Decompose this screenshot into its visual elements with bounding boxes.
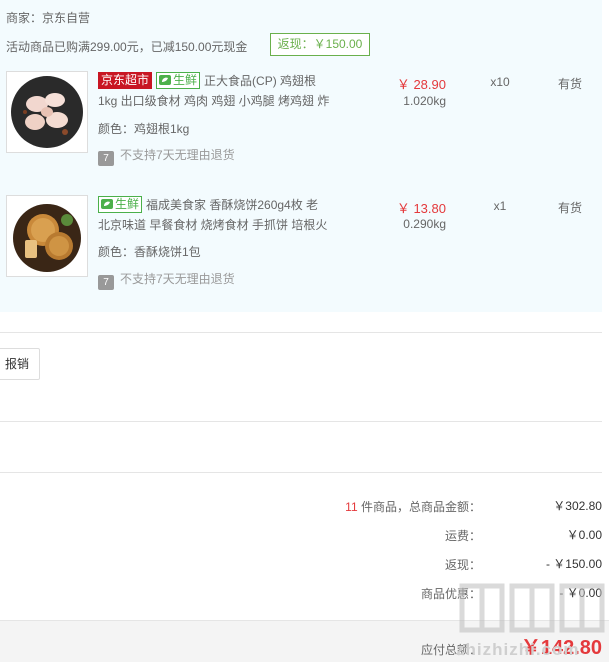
product-title[interactable]: 生鲜 福成美食家 香酥烧饼260g4枚 老 北京味道 早餐食材 烧烤食材 手抓饼 … — [98, 195, 338, 235]
fresh-leaf-icon — [101, 199, 113, 209]
watermark-text: zhizhizhi.com — [456, 640, 580, 659]
product-title-line2: 1kg 出口级食材 鸡肉 鸡翅 小鸡腿 烤鸡翅 炸 — [98, 94, 330, 108]
product-row: 京东超市 生鲜 正大食品(CP) 鸡翅根 1kg 出口级食材 鸡肉 鸡翅 小鸡腿 烤… — [0, 71, 602, 181]
section-divider — [0, 472, 602, 473]
product-row: 生鲜 福成美食家 香酥烧饼260g4枚 老 北京味道 早餐食材 烧烤食材 手抓饼 … — [0, 195, 602, 305]
order-panel: 商家：京东自营 活动商品已购满299.00元，已减150.00元现金 返现：￥1… — [0, 0, 602, 312]
fresh-tag-label: 生鲜 — [173, 73, 198, 87]
product-image[interactable] — [6, 195, 88, 277]
shipping-value: ￥0.00 — [566, 528, 602, 542]
item-count-label: 11 件商品，总商品金额： — [345, 498, 481, 515]
section-divider — [0, 421, 602, 422]
stock-status: 有货 — [557, 201, 582, 215]
return-note: 7 不支持7天无理由退货 — [98, 146, 235, 166]
product-spec: 颜色：鸡翅根1kg — [98, 122, 190, 136]
product-title-line2: 北京味道 早餐食材 烧烤食材 手抓饼 培根火 — [98, 218, 328, 232]
shipping-label: 运费： — [444, 529, 481, 543]
product-weight: 0.290kg — [403, 217, 446, 231]
jd-supermarket-tag: 京东超市 — [98, 72, 153, 89]
product-quantity: x1 — [493, 199, 507, 213]
product-weight: 1.020kg — [403, 94, 446, 108]
no-return-icon: 7 — [98, 151, 114, 166]
total-value: ￥302.80 — [553, 499, 602, 513]
no-return-icon: 7 — [98, 275, 114, 290]
section-divider — [0, 332, 602, 333]
product-title[interactable]: 京东超市 生鲜 正大食品(CP) 鸡翅根 1kg 出口级食材 鸡肉 鸡翅 小鸡腿 烤… — [98, 71, 338, 111]
fresh-tag-label: 生鲜 — [115, 197, 140, 211]
fresh-tag: 生鲜 — [156, 72, 201, 89]
stock-status: 有货 — [557, 77, 582, 91]
product-title-line1: 福成美食家 香酥烧饼260g4枚 老 — [146, 198, 319, 212]
product-price: ￥ 28.90 — [396, 77, 446, 92]
return-note-text: 不支持7天无理由退货 — [120, 148, 235, 162]
fresh-tag: 生鲜 — [98, 196, 143, 213]
rebate-label: 返现： — [444, 558, 481, 572]
return-note-text: 不支持7天无理由退货 — [120, 272, 235, 286]
product-quantity: x10 — [490, 75, 510, 89]
rebate-badge: 返现：￥150.00 — [270, 33, 370, 56]
reimbursement-button[interactable]: 报销 — [0, 348, 40, 380]
product-price: ￥ 13.80 — [396, 201, 446, 216]
product-title-line1: 正大食品(CP) 鸡翅根 — [204, 74, 317, 88]
return-note: 7 不支持7天无理由退货 — [98, 270, 235, 290]
item-count-suffix: 件商品，总商品金额： — [360, 500, 481, 514]
product-spec: 颜色：香酥烧饼1包 — [98, 245, 201, 259]
item-count: 11 — [345, 500, 358, 514]
promo-text: 活动商品已购满299.00元，已减150.00元现金 — [6, 40, 248, 54]
fresh-leaf-icon — [159, 75, 172, 85]
merchant-label: 商家：京东自营 — [6, 11, 91, 25]
rebate-value: - ￥150.00 — [545, 557, 602, 571]
product-image[interactable] — [6, 71, 88, 153]
